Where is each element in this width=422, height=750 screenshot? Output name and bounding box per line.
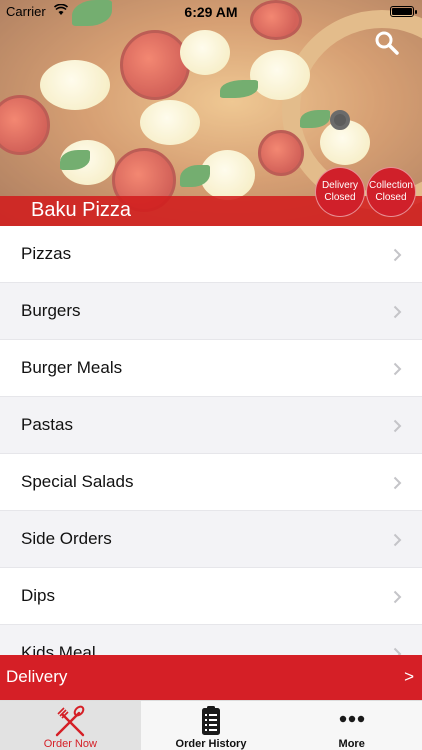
fork-knife-icon bbox=[56, 705, 85, 737]
chevron-right-icon bbox=[393, 305, 402, 319]
menu-item-burger-meals[interactable]: Burger Meals bbox=[0, 340, 422, 397]
chevron-right-icon bbox=[393, 647, 402, 655]
delivery-mode-bar[interactable]: Delivery > bbox=[0, 655, 422, 700]
menu-category-list[interactable]: Pizzas Burgers Burger Meals Pastas Speci… bbox=[0, 226, 422, 655]
tab-label: More bbox=[338, 738, 365, 750]
status-bar: Carrier 6:29 AM bbox=[0, 0, 422, 22]
menu-item-label: Kids Meal bbox=[21, 643, 96, 655]
menu-item-label: Pastas bbox=[21, 415, 73, 434]
tab-more[interactable]: More bbox=[281, 701, 422, 750]
chevron-right-icon bbox=[393, 476, 402, 490]
menu-item-pastas[interactable]: Pastas bbox=[0, 397, 422, 454]
menu-item-label: Special Salads bbox=[21, 472, 134, 491]
collection-status-badge: Collection Closed bbox=[366, 167, 416, 217]
chevron-right-icon bbox=[393, 248, 402, 262]
menu-item-special-salads[interactable]: Special Salads bbox=[0, 454, 422, 511]
more-dots-icon bbox=[339, 715, 364, 723]
restaurant-name: Baku Pizza bbox=[31, 199, 132, 221]
delivery-status-badge: Delivery Closed bbox=[315, 167, 365, 217]
clock: 6:29 AM bbox=[184, 4, 238, 20]
clipboard-list-icon bbox=[202, 706, 220, 735]
delivery-mode-label: Delivery bbox=[6, 667, 68, 686]
menu-item-label: Burger Meals bbox=[21, 358, 123, 377]
tab-order-history[interactable]: Order History bbox=[141, 701, 282, 750]
chevron-right-icon bbox=[393, 362, 402, 376]
tab-order-now[interactable]: Order Now bbox=[0, 701, 141, 750]
tab-label: Order History bbox=[175, 738, 247, 750]
battery-icon bbox=[390, 6, 417, 17]
menu-item-label: Dips bbox=[21, 586, 56, 605]
menu-item-label: Pizzas bbox=[21, 244, 72, 263]
chevron-right-icon bbox=[393, 533, 402, 547]
menu-item-label: Side Orders bbox=[21, 529, 112, 548]
menu-item-kids-meal[interactable]: Kids Meal bbox=[0, 625, 422, 655]
menu-item-label: Burgers bbox=[21, 301, 81, 320]
badge-line: Closed bbox=[324, 192, 356, 203]
tab-label: Order Now bbox=[43, 738, 97, 750]
search-icon[interactable] bbox=[374, 30, 400, 56]
menu-item-pizzas[interactable]: Pizzas bbox=[0, 226, 422, 283]
tab-bar: Order Now Order History More bbox=[0, 700, 422, 750]
badge-line: Closed bbox=[375, 192, 407, 203]
menu-item-burgers[interactable]: Burgers bbox=[0, 283, 422, 340]
badge-line: Collection bbox=[369, 180, 413, 191]
badge-line: Delivery bbox=[321, 180, 359, 191]
delivery-arrow-icon: > bbox=[404, 667, 414, 686]
menu-item-side-orders[interactable]: Side Orders bbox=[0, 511, 422, 568]
chevron-right-icon bbox=[393, 590, 402, 604]
menu-item-dips[interactable]: Dips bbox=[0, 568, 422, 625]
chevron-right-icon bbox=[393, 419, 402, 433]
